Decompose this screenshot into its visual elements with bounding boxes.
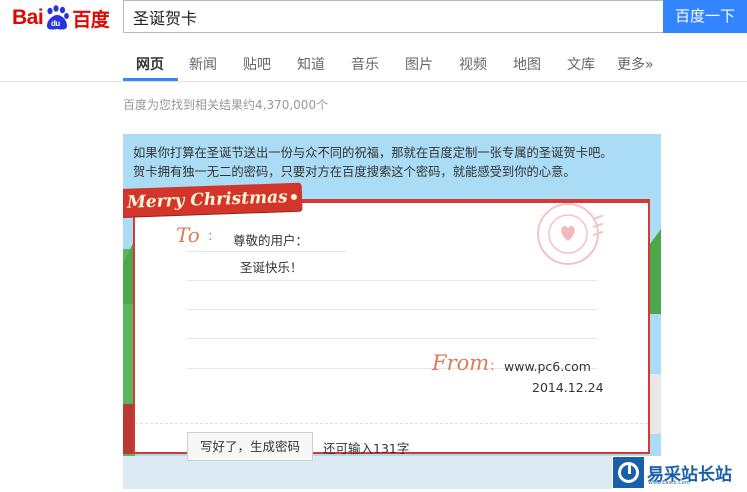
logo-chinese: 百度	[72, 8, 110, 31]
baidu-paw-icon: du	[44, 5, 70, 31]
from-label: From	[432, 351, 490, 375]
search-input[interactable]	[124, 1, 663, 32]
result-count: 百度为您找到相关结果约4,370,000个	[123, 98, 329, 112]
baidu-logo[interactable]: Bai du 百度	[12, 5, 110, 31]
message-line-3	[187, 338, 597, 339]
merry-christmas-ribbon: Merry Christmas	[123, 182, 303, 218]
search-button[interactable]: 百度一下	[663, 0, 747, 33]
logo-latin: Bai	[12, 6, 44, 29]
tab-images[interactable]: 图片	[405, 54, 433, 74]
generate-password-button[interactable]: 写好了，生成密码	[187, 432, 313, 461]
intro-line-1: 如果你打算在圣诞节送出一份与众不同的祝福，那就在百度定制一张专属的圣诞贺卡吧。	[133, 146, 613, 160]
date-field: 2014.12.24	[532, 380, 604, 395]
top-bar: Bai du 百度 百度一下	[0, 0, 747, 36]
tab-map[interactable]: 地图	[513, 54, 541, 74]
ribbon-dot-right	[290, 193, 297, 201]
search-nav: 网页 新闻 贴吧 知道 音乐 图片 视频 地图 文库 更多»	[0, 36, 747, 82]
message-line-2	[187, 309, 597, 310]
site-watermark: 易采站长站 Www.Easck.Com	[612, 456, 747, 489]
tab-video[interactable]: 视频	[459, 54, 487, 74]
from-colon: :	[490, 358, 495, 374]
tab-web[interactable]: 网页	[136, 54, 164, 74]
to-colon: :	[208, 228, 213, 244]
ribbon-text: Merry Christmas	[126, 187, 288, 213]
svg-text:du: du	[51, 19, 60, 28]
tab-zhidao[interactable]: 知道	[297, 54, 325, 74]
postmark-heart-icon	[537, 203, 603, 265]
easck-logo-icon	[613, 457, 644, 488]
tab-tieba[interactable]: 贴吧	[243, 54, 271, 74]
sender-field[interactable]: www.pc6.com	[504, 359, 591, 374]
tab-more[interactable]: 更多»	[617, 54, 654, 74]
card-divider	[135, 423, 648, 424]
tab-news[interactable]: 新闻	[189, 54, 217, 74]
message-line-1	[187, 280, 597, 281]
message-field[interactable]: 圣诞快乐！	[240, 257, 303, 276]
tab-wenku[interactable]: 文库	[567, 54, 595, 74]
christmas-card-widget: 如果你打算在圣诞节送出一份与众不同的祝福，那就在百度定制一张专属的圣诞贺卡吧。 …	[123, 134, 661, 489]
watermark-sub: Www.Easck.Com	[648, 480, 690, 486]
active-tab-indicator	[123, 78, 178, 81]
search-box	[123, 0, 663, 33]
to-underline	[187, 251, 347, 252]
to-label: To	[176, 223, 200, 247]
recipient-field[interactable]: 尊敬的用户：	[233, 230, 308, 249]
card-intro: 如果你打算在圣诞节送出一份与众不同的祝福，那就在百度定制一张专属的圣诞贺卡吧。 …	[133, 144, 653, 182]
intro-line-2: 贺卡拥有独一无二的密码，只要对方在百度搜索这个密码，就能感受到你的心意。	[133, 165, 576, 179]
tab-music[interactable]: 音乐	[351, 54, 379, 74]
remaining-chars: 还可输入131字	[323, 441, 410, 456]
